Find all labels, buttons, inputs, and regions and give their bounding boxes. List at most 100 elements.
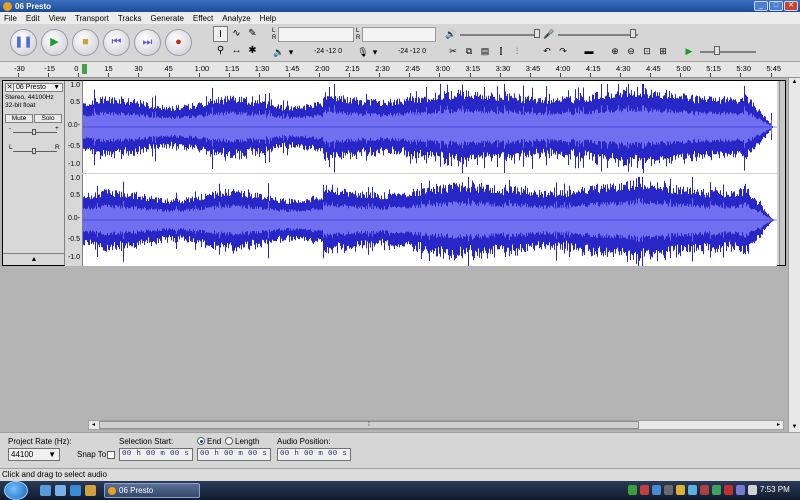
scroll-down-icon[interactable]: ▼ — [789, 423, 800, 432]
tray-icon[interactable] — [652, 485, 661, 495]
menu-help[interactable]: Help — [260, 14, 276, 23]
waveform-left-channel[interactable] — [83, 81, 777, 173]
solo-button[interactable]: Solo — [34, 114, 62, 123]
menu-file[interactable]: File — [4, 14, 17, 23]
mute-button[interactable]: Mute — [5, 114, 33, 123]
record-meter[interactable] — [362, 27, 436, 42]
volume-tray-icon[interactable] — [748, 485, 757, 495]
play-at-speed-icon[interactable]: ▶ — [682, 44, 696, 58]
fit-selection-icon[interactable]: ⊡ — [640, 44, 654, 58]
zoom-in-icon[interactable]: ⊕ — [608, 44, 622, 58]
fit-project-icon[interactable]: ⊞ — [656, 44, 670, 58]
selection-end-value: 00 h 00 m 00 s — [200, 450, 268, 458]
clock[interactable]: 7:53 PM — [760, 485, 790, 494]
multi-tool[interactable]: ✱ — [245, 43, 260, 59]
menu-edit[interactable]: Edit — [26, 14, 40, 23]
output-volume-knob[interactable] — [534, 29, 540, 38]
stop-button[interactable]: ■ — [72, 29, 99, 56]
pan-knob[interactable] — [32, 148, 36, 154]
ruler-tick-label: 2:45 — [405, 64, 420, 73]
pause-button[interactable]: ❚❚ — [10, 29, 37, 56]
taskbar-item-audacity[interactable]: 06 Presto — [104, 483, 200, 498]
cut-icon[interactable]: ✂ — [446, 44, 460, 58]
horizontal-scroll-thumb[interactable]: ⁞ — [99, 421, 639, 429]
draw-tool[interactable]: ✎ — [245, 26, 260, 42]
end-label: End — [207, 437, 222, 446]
track-collapse-button[interactable]: ▲ — [3, 253, 65, 265]
gain-knob[interactable] — [32, 129, 36, 135]
tray-icon[interactable] — [676, 485, 685, 495]
maximize-button[interactable]: □ — [769, 1, 783, 11]
quick-launch-browser-icon[interactable] — [70, 485, 81, 496]
play-speed-knob[interactable] — [714, 46, 720, 55]
selection-end-field[interactable]: 00 h 00 m 00 s — [197, 448, 271, 461]
timeline-ruler[interactable]: -30 -15 0 15 30 45 1:00 1:15 1:30 1:45 2:00 2:15 2:3… — [0, 62, 800, 78]
play-speed-slider[interactable] — [700, 51, 756, 53]
play-button[interactable]: ▶ — [41, 29, 68, 56]
quick-launch-media-icon[interactable] — [85, 485, 96, 496]
zoom-out-icon[interactable]: ⊖ — [624, 44, 638, 58]
project-rate-select[interactable]: 44100 ▼ — [8, 448, 60, 461]
length-radio[interactable] — [225, 437, 233, 445]
menu-analyze[interactable]: Analyze — [222, 14, 250, 23]
skip-end-icon: ⏭ — [142, 36, 153, 48]
trim-icon[interactable]: ⫿ — [494, 44, 508, 58]
start-button[interactable] — [4, 481, 28, 500]
tray-icon[interactable] — [640, 485, 649, 495]
scroll-right-icon[interactable]: ▸ — [774, 421, 783, 429]
playback-meter[interactable] — [278, 27, 354, 42]
output-volume-slider[interactable] — [460, 34, 540, 36]
paste-icon[interactable]: ▤ — [478, 44, 492, 58]
tray-icon[interactable] — [628, 485, 637, 495]
input-volume-slider[interactable] — [558, 34, 638, 36]
tray-icon[interactable] — [736, 485, 745, 495]
menu-effect[interactable]: Effect — [193, 14, 213, 23]
horizontal-scrollbar[interactable]: ◂ ⁞ ▸ — [88, 420, 784, 430]
end-radio[interactable] — [197, 437, 205, 445]
copy-icon[interactable]: ⧉ — [462, 44, 476, 58]
tray-icon[interactable] — [712, 485, 721, 495]
playback-meter-l-label: L — [272, 28, 276, 34]
ruler-tick-mark — [499, 73, 501, 77]
menu-tracks[interactable]: Tracks — [118, 14, 142, 23]
tray-icon[interactable] — [700, 485, 709, 495]
tray-icon[interactable] — [664, 485, 673, 495]
quick-launch-switch-icon[interactable] — [55, 485, 66, 496]
sync-lock-icon[interactable]: ▬ — [582, 44, 596, 58]
silence-icon[interactable]: ⫶ — [510, 44, 524, 58]
scroll-up-icon[interactable]: ▲ — [789, 78, 800, 87]
ruler-tick-label: 1:00 — [194, 64, 210, 73]
vertical-scrollbar[interactable]: ▲ ▼ — [788, 78, 800, 432]
track-menu-arrow-icon[interactable]: ▼ — [53, 84, 60, 91]
playhead-marker[interactable] — [82, 64, 87, 74]
track-close-icon[interactable]: ✕ — [6, 84, 14, 91]
audio-position-field[interactable]: 00 h 00 m 00 s — [277, 448, 351, 461]
waveform-right-channel[interactable] — [83, 174, 777, 266]
quick-launch-desktop-icon[interactable] — [40, 485, 51, 496]
ruler-tick-mark — [78, 73, 80, 77]
close-button[interactable]: ✕ — [784, 1, 798, 11]
menu-view[interactable]: View — [49, 14, 66, 23]
snap-to-checkbox[interactable] — [107, 451, 115, 459]
minimize-button[interactable]: _ — [754, 1, 768, 11]
redo-icon[interactable]: ↷ — [556, 44, 570, 58]
track-name-button[interactable]: ✕ 06 Presto ▼ — [5, 83, 63, 92]
skip-start-button[interactable]: ⏮ — [103, 29, 130, 56]
menu-transport[interactable]: Transport — [75, 14, 109, 23]
scroll-left-icon[interactable]: ◂ — [89, 421, 98, 429]
record-button[interactable]: ● — [165, 29, 192, 56]
time-shift-tool[interactable]: ↔ — [229, 43, 244, 59]
menu-generate[interactable]: Generate — [151, 14, 184, 23]
tray-icon[interactable] — [688, 485, 697, 495]
skip-end-button[interactable]: ⏭ — [134, 29, 161, 56]
selection-tool[interactable]: I — [213, 26, 228, 42]
amp-label: 0.0- — [67, 215, 80, 222]
record-menu-arrow-icon[interactable]: ▾ — [368, 45, 382, 59]
tray-icon[interactable] — [724, 485, 733, 495]
input-volume-knob[interactable] — [630, 29, 636, 38]
envelope-tool[interactable]: ∿ — [229, 26, 244, 42]
zoom-tool[interactable]: ⚲ — [213, 43, 228, 59]
undo-icon[interactable]: ↶ — [540, 44, 554, 58]
playback-menu-arrow-icon[interactable]: ▾ — [284, 45, 298, 59]
selection-start-field[interactable]: 00 h 00 m 00 s — [119, 448, 193, 461]
